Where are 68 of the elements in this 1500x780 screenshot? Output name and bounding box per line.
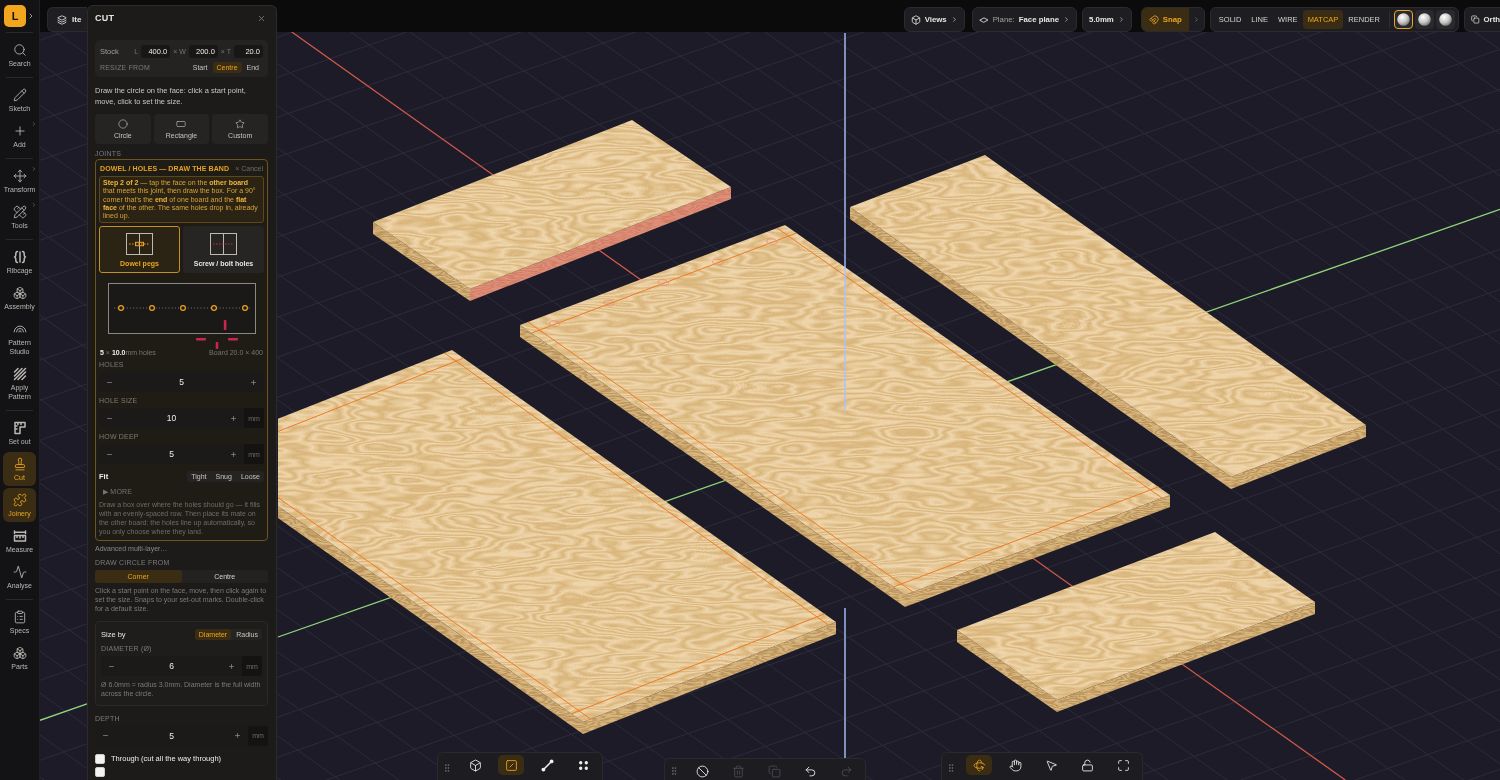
stepper-value[interactable]: 6 bbox=[122, 656, 221, 677]
material-button[interactable] bbox=[1436, 10, 1455, 29]
plus-icon bbox=[228, 662, 235, 670]
circle-icon bbox=[117, 119, 128, 129]
checkbox[interactable] bbox=[95, 766, 105, 777]
copy-icon bbox=[1471, 15, 1480, 24]
plus-icon bbox=[234, 732, 241, 740]
close-icon bbox=[257, 13, 266, 23]
hole-dot bbox=[211, 305, 217, 312]
plane-icon bbox=[978, 14, 989, 25]
pencil-ruler-icon bbox=[12, 205, 27, 219]
panel-tab[interactable]: Ite bbox=[47, 7, 87, 32]
hole-dot bbox=[118, 305, 124, 312]
search-icon bbox=[12, 43, 27, 57]
hole-dot bbox=[242, 305, 248, 312]
stepper-value[interactable]: 5 bbox=[120, 444, 223, 465]
plus-icon bbox=[230, 415, 237, 422]
checkbox[interactable] bbox=[95, 753, 105, 764]
hole-dot bbox=[180, 305, 186, 312]
grip-handle-icon[interactable] bbox=[442, 762, 452, 773]
magnet-icon bbox=[1148, 14, 1159, 25]
chevron-icon bbox=[1063, 16, 1071, 23]
star-icon bbox=[235, 119, 246, 129]
pulse-icon bbox=[12, 565, 27, 579]
chevron-icon bbox=[1117, 16, 1125, 23]
chevron-icon bbox=[1192, 16, 1200, 23]
hole-dot bbox=[149, 305, 155, 312]
minus-icon bbox=[106, 379, 113, 386]
rectangle-icon bbox=[176, 119, 187, 129]
handle-mark[interactable] bbox=[215, 342, 219, 350]
chevron-icon bbox=[27, 12, 35, 20]
corner-ruler-icon bbox=[12, 421, 27, 435]
dowel-joint-icon bbox=[126, 233, 153, 255]
move-arrows-icon bbox=[12, 169, 27, 183]
grip-handle-icon[interactable] bbox=[946, 762, 956, 773]
boxes-icon bbox=[12, 646, 27, 660]
boxes-icon bbox=[12, 286, 27, 300]
sphere-icon bbox=[1418, 13, 1431, 26]
stepper-value[interactable]: 5 bbox=[120, 372, 243, 393]
grip-handle-icon[interactable] bbox=[669, 765, 679, 776]
panel-title: CUT bbox=[95, 13, 115, 23]
plus-icon bbox=[12, 124, 27, 138]
clipboard-icon bbox=[12, 610, 27, 624]
ruler-icon bbox=[12, 529, 27, 543]
handle-mark[interactable] bbox=[223, 320, 227, 331]
bracket-columns-icon bbox=[12, 250, 27, 264]
plus-icon bbox=[230, 451, 237, 458]
minus-icon bbox=[106, 451, 113, 458]
stamp-icon bbox=[12, 457, 27, 471]
app-logo[interactable]: L bbox=[4, 5, 26, 27]
material-button[interactable] bbox=[1415, 10, 1434, 29]
stepper-value[interactable]: 5 bbox=[116, 725, 227, 746]
layers-icon bbox=[57, 14, 67, 25]
pencil-icon bbox=[12, 88, 27, 102]
wood-board[interactable] bbox=[850, 155, 1366, 489]
bolt-joint-icon bbox=[210, 233, 237, 255]
sphere-icon bbox=[1397, 13, 1410, 26]
wood-board[interactable] bbox=[373, 120, 731, 301]
puzzle-icon bbox=[12, 493, 27, 507]
chevron-icon bbox=[950, 16, 958, 23]
material-button[interactable] bbox=[1394, 10, 1413, 29]
minus-icon bbox=[106, 415, 113, 422]
plus-icon bbox=[250, 379, 257, 386]
wood-board[interactable] bbox=[957, 532, 1315, 712]
stepper-value[interactable]: 10 bbox=[120, 408, 223, 429]
hatch-icon bbox=[12, 367, 27, 381]
sphere-icon bbox=[1439, 13, 1452, 26]
cube-icon bbox=[910, 14, 921, 25]
